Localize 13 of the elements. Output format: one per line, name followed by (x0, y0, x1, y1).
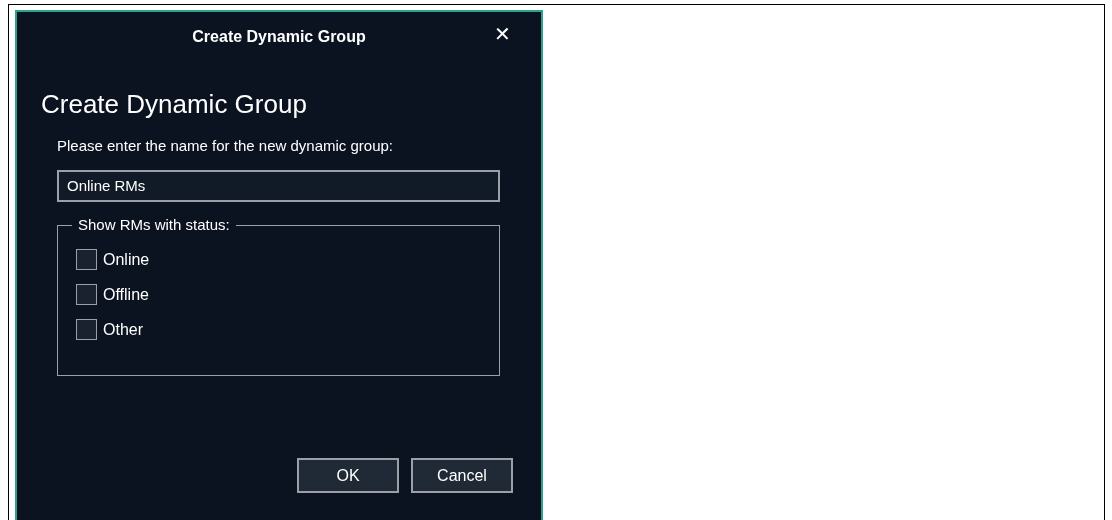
name-input-field[interactable]: Online RMs (57, 169, 500, 202)
ok-button[interactable]: OK (297, 458, 399, 493)
checkbox[interactable] (76, 249, 97, 270)
window-title: Create Dynamic Group (192, 27, 366, 47)
checkbox[interactable] (76, 284, 97, 305)
field-label: Please enter the name for the new dynamic group: (57, 136, 394, 156)
checkbox-label: Offline (103, 284, 149, 305)
close-button[interactable]: ✕ (490, 24, 515, 44)
checkbox[interactable] (76, 319, 97, 340)
checkbox-label: Other (103, 319, 143, 340)
cancel-button[interactable]: Cancel (411, 458, 513, 493)
dialog-heading: Create Dynamic Group (41, 88, 307, 121)
checkbox-label: Online (103, 249, 150, 270)
